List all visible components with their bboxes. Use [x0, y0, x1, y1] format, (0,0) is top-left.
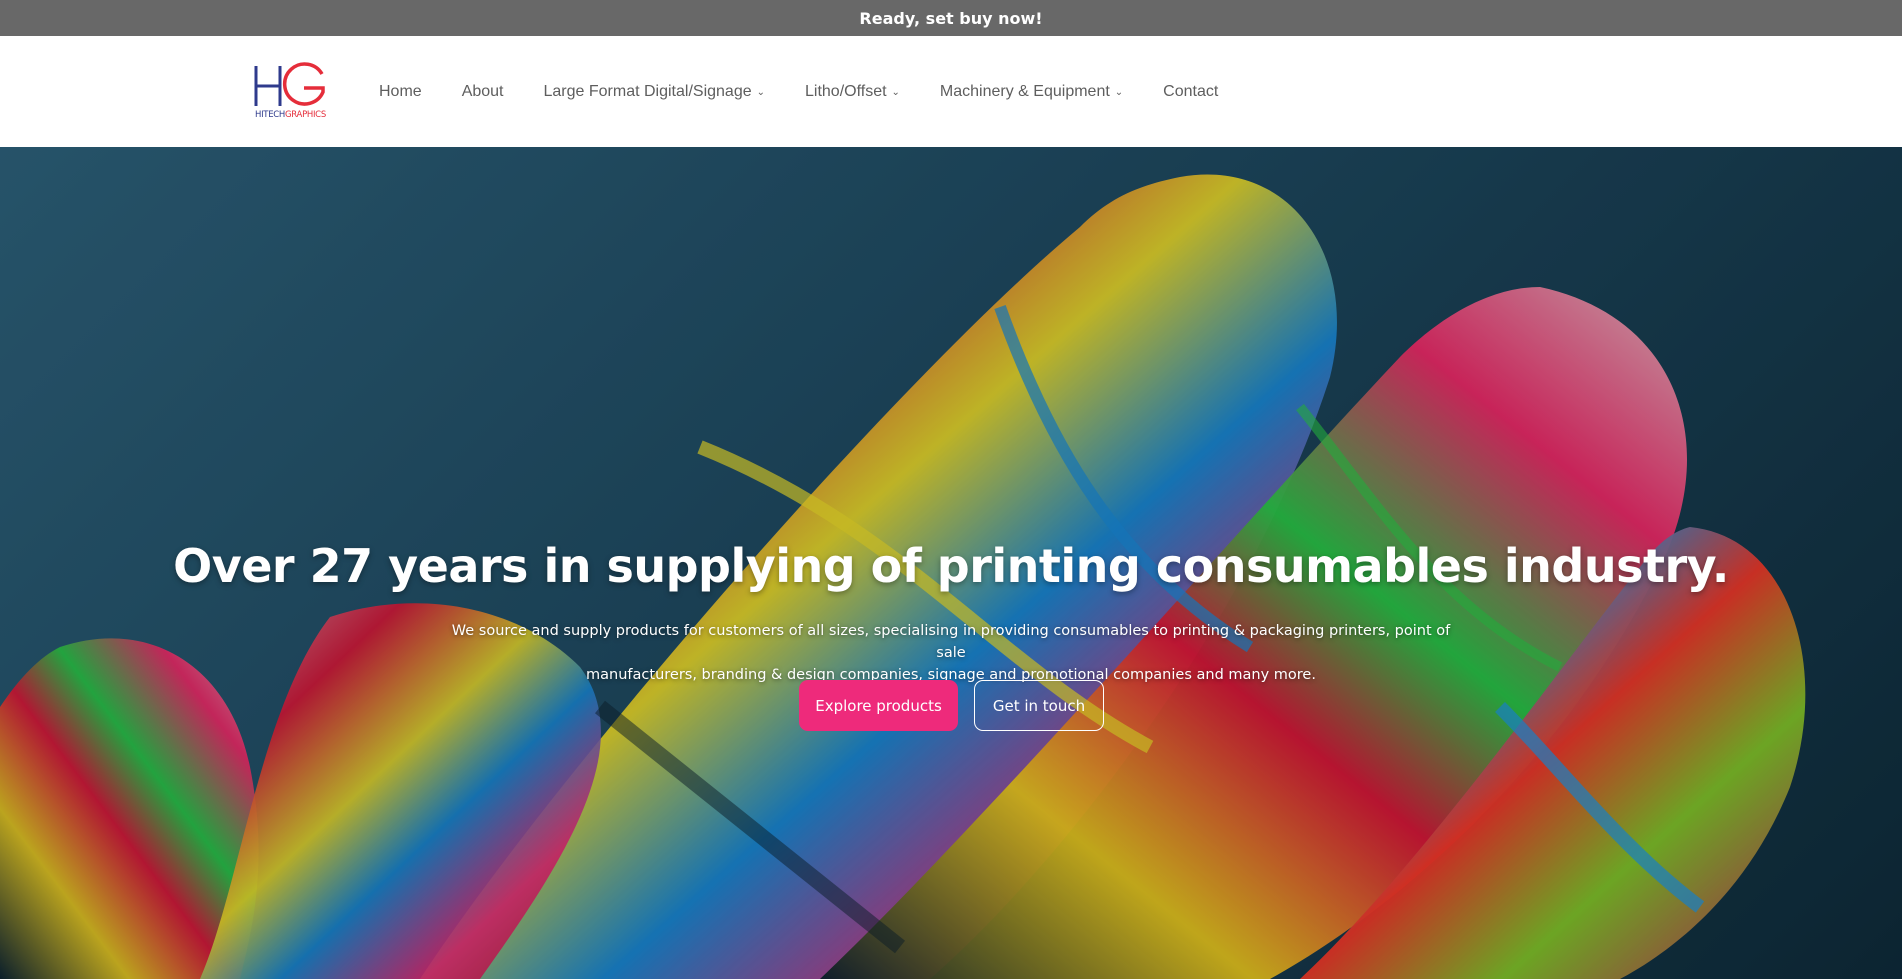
- hero-section: Over 27 years in supplying of printing c…: [0, 147, 1902, 979]
- hg-logo-icon: [254, 62, 325, 106]
- announcement-bar: Ready, set buy now!: [0, 0, 1902, 36]
- get-in-touch-button[interactable]: Get in touch: [974, 680, 1104, 731]
- hero-subtitle-line: We source and supply products for custom…: [451, 623, 1451, 661]
- hero-title: Over 27 years in supplying of printing c…: [173, 539, 1729, 593]
- chevron-down-icon: ⌄: [756, 87, 765, 98]
- chevron-down-icon: ⌄: [891, 87, 900, 98]
- nav-item-label: Large Format Digital/Signage: [543, 82, 752, 100]
- nav-item-label: About: [461, 82, 504, 100]
- main-nav: Home About Large Format Digital/Signage …: [379, 36, 1258, 147]
- logo-wordmark: HITECHGRAPHICS: [255, 110, 326, 120]
- nav-item-home[interactable]: Home: [379, 83, 422, 101]
- hero-subtitle: We source and supply products for custom…: [451, 620, 1451, 686]
- nav-item-label: Litho/Offset: [805, 82, 887, 100]
- site-logo[interactable]: HITECHGRAPHICS: [252, 62, 332, 124]
- nav-item-label: Machinery & Equipment: [939, 82, 1110, 100]
- nav-item-label: Home: [379, 82, 422, 100]
- logo-wordmark-part2: GRAPHICS: [285, 110, 326, 120]
- nav-item-label: Contact: [1163, 82, 1219, 100]
- explore-products-button[interactable]: Explore products: [799, 680, 958, 731]
- site-header: HITECHGRAPHICS Home About Large Format D…: [0, 36, 1902, 147]
- nav-item-contact[interactable]: Contact: [1163, 83, 1218, 101]
- nav-item-machinery[interactable]: Machinery & Equipment ⌄: [940, 83, 1123, 101]
- announcement-text: Ready, set buy now!: [859, 8, 1043, 28]
- chevron-down-icon: ⌄: [1114, 87, 1124, 98]
- nav-item-about[interactable]: About: [462, 83, 504, 101]
- logo-wordmark-part1: HITECH: [255, 110, 285, 120]
- nav-item-litho-offset[interactable]: Litho/Offset ⌄: [805, 83, 900, 101]
- nav-item-large-format[interactable]: Large Format Digital/Signage ⌄: [544, 83, 766, 101]
